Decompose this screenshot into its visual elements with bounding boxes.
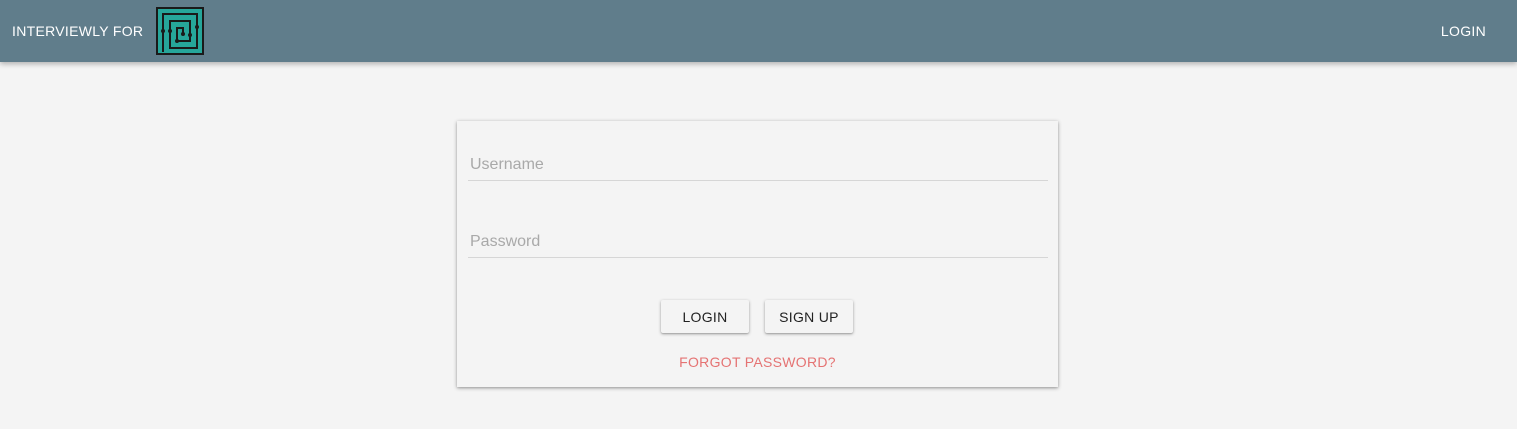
nav-login-link[interactable]: LOGIN	[1441, 0, 1486, 62]
app-bar: INTERVIEWLY FOR LOGIN	[0, 0, 1517, 62]
password-input[interactable]	[468, 230, 1048, 258]
login-card: LOGIN SIGN UP FORGOT PASSWORD?	[457, 121, 1058, 387]
login-button[interactable]: LOGIN	[661, 300, 749, 333]
brand-title: INTERVIEWLY FOR	[12, 23, 144, 39]
username-input[interactable]	[468, 153, 1048, 181]
sign-up-button[interactable]: SIGN UP	[765, 300, 853, 333]
forgot-password-link[interactable]: FORGOT PASSWORD?	[457, 354, 1058, 370]
maze-logo-icon	[156, 7, 204, 55]
